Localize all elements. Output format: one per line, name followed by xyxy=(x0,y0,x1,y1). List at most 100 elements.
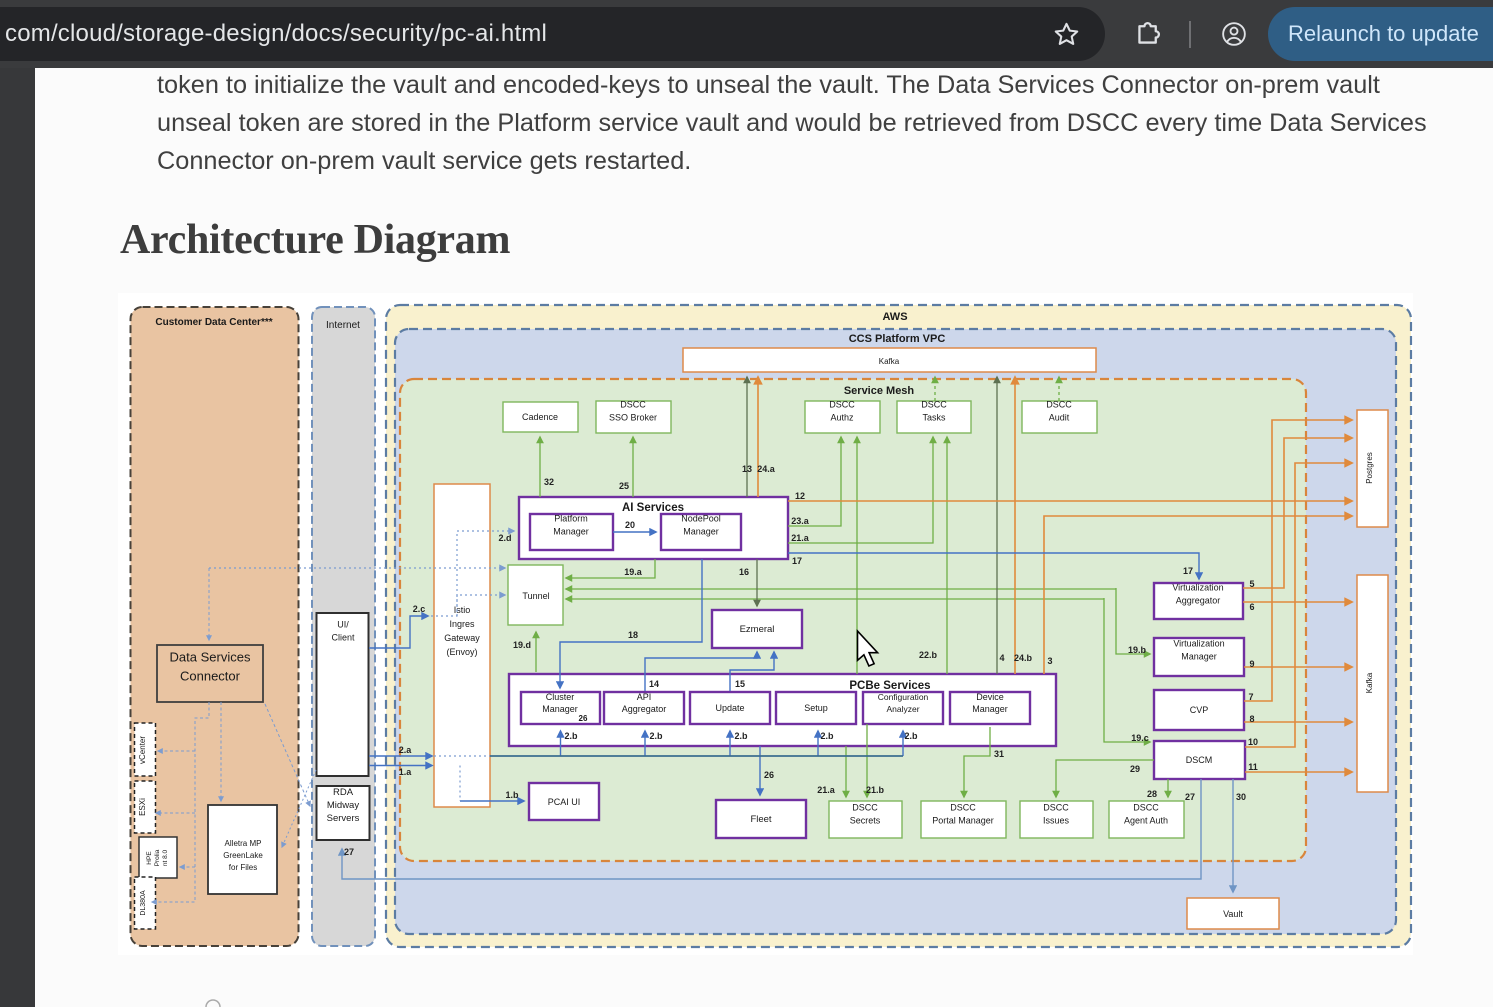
svg-text:12: 12 xyxy=(795,491,805,501)
svg-text:4: 4 xyxy=(999,653,1004,663)
svg-text:Vault: Vault xyxy=(1223,909,1243,919)
svg-text:Gateway: Gateway xyxy=(444,633,480,643)
svg-text:30: 30 xyxy=(1236,792,1246,802)
svg-text:13: 13 xyxy=(742,464,752,474)
svg-text:Cluster: Cluster xyxy=(546,692,575,702)
svg-text:Agent Auth: Agent Auth xyxy=(1124,816,1168,826)
svg-text:19.a: 19.a xyxy=(624,567,643,577)
svg-text:Virtualization: Virtualization xyxy=(1172,583,1223,593)
svg-text:Issues: Issues xyxy=(1043,816,1070,826)
svg-text:DSCM: DSCM xyxy=(1186,755,1213,765)
svg-text:5: 5 xyxy=(1249,579,1254,589)
svg-text:Tunnel: Tunnel xyxy=(522,591,549,601)
svg-text:Manager: Manager xyxy=(1181,652,1217,662)
svg-text:Authz: Authz xyxy=(830,413,854,423)
svg-text:PCBe Services: PCBe Services xyxy=(849,680,930,692)
svg-text:17: 17 xyxy=(1183,566,1193,576)
svg-text:2.b: 2.b xyxy=(820,731,834,741)
svg-text:Midway: Midway xyxy=(327,800,359,811)
svg-text:DSCC: DSCC xyxy=(1133,803,1159,813)
svg-text:21.b: 21.b xyxy=(866,785,885,795)
svg-text:NodePool: NodePool xyxy=(681,514,721,524)
svg-text:Ezmeral: Ezmeral xyxy=(740,624,775,635)
svg-text:Configuration: Configuration xyxy=(878,692,929,702)
svg-text:AWS: AWS xyxy=(882,311,907,323)
svg-text:24.a: 24.a xyxy=(757,464,776,474)
svg-text:24.b: 24.b xyxy=(1014,653,1033,663)
svg-text:Client: Client xyxy=(331,633,355,643)
svg-text:21.a: 21.a xyxy=(791,533,810,543)
svg-text:Service Mesh: Service Mesh xyxy=(844,385,915,397)
svg-text:28: 28 xyxy=(1147,789,1157,799)
svg-text:Kafka: Kafka xyxy=(1365,672,1374,693)
svg-text:19.b: 19.b xyxy=(1128,645,1147,655)
svg-text:21.a: 21.a xyxy=(817,785,836,795)
svg-text:26: 26 xyxy=(579,714,588,723)
svg-text:Cadence: Cadence xyxy=(522,412,558,422)
svg-text:Connector: Connector xyxy=(180,669,241,684)
svg-text:23.a: 23.a xyxy=(791,516,810,526)
svg-text:Fleet: Fleet xyxy=(750,814,771,825)
svg-text:1.b: 1.b xyxy=(505,790,519,800)
svg-text:19.d: 19.d xyxy=(513,640,531,650)
svg-text:DSCC: DSCC xyxy=(829,400,855,410)
svg-text:17: 17 xyxy=(792,556,802,566)
svg-text:20: 20 xyxy=(625,520,635,530)
svg-text:AI Services: AI Services xyxy=(622,502,684,514)
svg-text:7: 7 xyxy=(1248,692,1253,702)
svg-text:2.c: 2.c xyxy=(413,604,426,614)
svg-text:8: 8 xyxy=(1249,714,1254,724)
svg-text:2.d: 2.d xyxy=(498,533,511,543)
svg-text:2.b: 2.b xyxy=(649,731,663,741)
svg-text:29: 29 xyxy=(1130,764,1140,774)
svg-text:Portal Manager: Portal Manager xyxy=(932,816,994,826)
svg-text:10: 10 xyxy=(1248,737,1258,747)
svg-text:27: 27 xyxy=(344,847,354,857)
svg-text:(Envoy): (Envoy) xyxy=(446,647,477,657)
svg-text:HPE: HPE xyxy=(146,851,153,865)
svg-text:API: API xyxy=(637,692,652,702)
svg-text:2.b: 2.b xyxy=(734,731,748,741)
svg-text:GreenLake: GreenLake xyxy=(223,851,263,860)
svg-text:Internet: Internet xyxy=(326,320,360,331)
svg-text:11: 11 xyxy=(1248,762,1258,772)
svg-text:Manager: Manager xyxy=(542,704,578,714)
svg-text:2.b: 2.b xyxy=(904,731,918,741)
svg-text:25: 25 xyxy=(619,481,629,491)
svg-text:1.a: 1.a xyxy=(399,767,413,777)
svg-text:ESXi: ESXi xyxy=(138,798,147,816)
svg-text:PCAI UI: PCAI UI xyxy=(548,797,581,807)
svg-text:DSCC: DSCC xyxy=(921,400,947,410)
svg-text:Tasks: Tasks xyxy=(922,413,946,423)
svg-text:vCenter: vCenter xyxy=(138,736,147,764)
svg-text:RDA: RDA xyxy=(333,787,354,798)
svg-text:16: 16 xyxy=(739,567,749,577)
svg-text:Customer Data Center***: Customer Data Center*** xyxy=(155,317,272,328)
svg-text:14: 14 xyxy=(649,679,659,689)
svg-text:27: 27 xyxy=(1185,792,1195,802)
svg-text:Manager: Manager xyxy=(683,527,719,537)
svg-text:26: 26 xyxy=(764,770,774,780)
svg-text:Aggregator: Aggregator xyxy=(1176,596,1221,606)
svg-text:18: 18 xyxy=(628,630,638,640)
svg-text:Virtualization: Virtualization xyxy=(1173,639,1224,649)
svg-text:Manager: Manager xyxy=(553,527,589,537)
svg-text:9: 9 xyxy=(1249,659,1254,669)
svg-text:DSCC: DSCC xyxy=(852,803,878,813)
svg-text:3: 3 xyxy=(1047,656,1052,666)
svg-text:6: 6 xyxy=(1249,602,1254,612)
svg-text:Analyzer: Analyzer xyxy=(886,704,919,714)
svg-text:Postgres: Postgres xyxy=(1365,452,1374,484)
svg-text:Manager: Manager xyxy=(972,704,1008,714)
svg-text:Data Services: Data Services xyxy=(170,650,251,665)
svg-text:Device: Device xyxy=(976,692,1004,702)
svg-text:22.b: 22.b xyxy=(919,650,938,660)
svg-text:SSO Broker: SSO Broker xyxy=(609,413,657,423)
svg-text:Servers: Servers xyxy=(327,813,360,824)
svg-text:Secrets: Secrets xyxy=(850,816,881,826)
svg-text:DSCC: DSCC xyxy=(1043,803,1069,813)
svg-text:for Files: for Files xyxy=(229,863,257,872)
svg-text:Setup: Setup xyxy=(804,703,828,713)
svg-text:15: 15 xyxy=(735,679,745,689)
svg-text:Ingres: Ingres xyxy=(449,619,475,629)
